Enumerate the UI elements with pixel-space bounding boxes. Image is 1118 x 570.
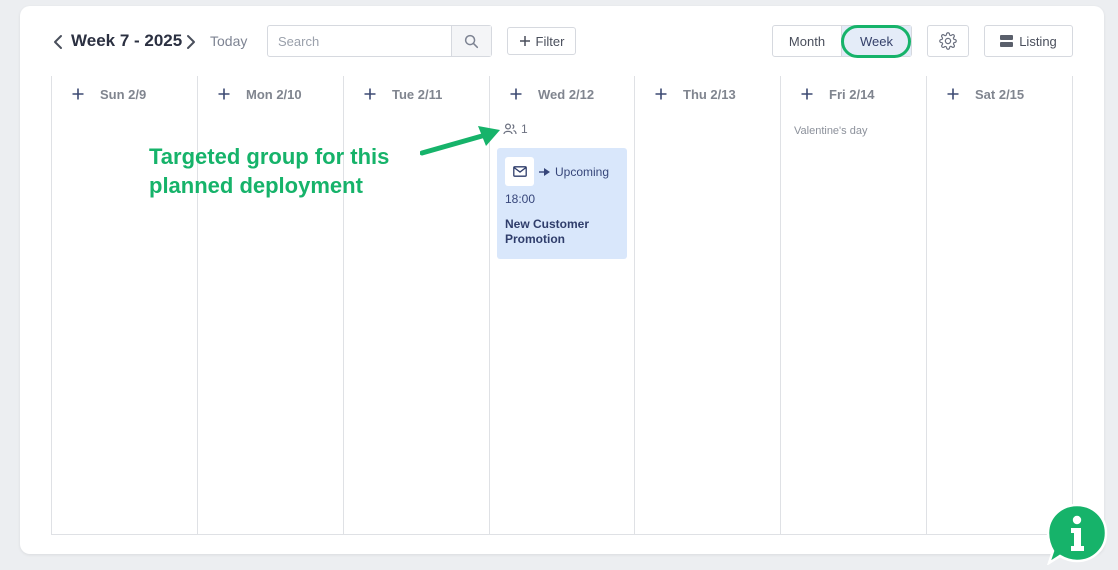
target-group-count[interactable]: 1 (503, 122, 528, 136)
day-column-sat: Sat 2/15 (927, 76, 1072, 534)
event-channel-icon-box (505, 157, 534, 186)
annotation-text: Targeted group for this planned deployme… (149, 142, 389, 200)
next-week-button[interactable] (184, 32, 198, 52)
listing-label: Listing (1019, 33, 1057, 49)
day-header: Sun 2/9 (52, 84, 197, 104)
search-button[interactable] (451, 26, 491, 56)
week-title: Week 7 - 2025 (71, 31, 183, 50)
plus-icon (218, 88, 230, 100)
chevron-right-icon (187, 35, 195, 49)
view-toggle: Month Week (772, 25, 912, 57)
chevron-left-icon (54, 35, 62, 49)
group-count-value: 1 (521, 122, 528, 136)
day-header: Wed 2/12 (490, 84, 634, 104)
add-event-button[interactable] (360, 84, 380, 104)
search-icon (464, 34, 479, 48)
envelope-icon (512, 166, 527, 177)
day-label: Wed 2/12 (538, 86, 595, 102)
day-label: Sun 2/9 (100, 86, 147, 102)
event-status: Upcoming (539, 165, 609, 179)
plus-icon (655, 88, 667, 100)
plus-icon (801, 88, 813, 100)
event-status-label: Upcoming (555, 165, 610, 179)
view-week-button[interactable]: Week (842, 26, 911, 56)
event-card[interactable]: Upcoming 18:00 New Customer Promotion (497, 148, 627, 259)
plus-icon (72, 88, 84, 100)
annotation-arrow-icon (420, 126, 500, 156)
add-event-button[interactable] (651, 84, 671, 104)
gear-icon (939, 32, 957, 50)
day-header: Mon 2/10 (198, 84, 343, 104)
send-icon (539, 168, 550, 176)
plus-icon (519, 36, 530, 46)
day-header: Sat 2/15 (927, 84, 1072, 104)
search-box (267, 25, 492, 57)
event-time: 18:00 (505, 192, 536, 206)
event-title: New Customer Promotion (505, 217, 590, 246)
settings-button[interactable] (927, 25, 969, 57)
filter-button[interactable]: Filter (507, 27, 576, 55)
plus-icon (364, 88, 376, 100)
listing-button[interactable]: Listing (984, 25, 1073, 57)
add-event-button[interactable] (214, 84, 234, 104)
day-column-thu: Thu 2/13 (635, 76, 781, 534)
add-event-button[interactable] (506, 84, 526, 104)
search-input[interactable] (268, 26, 451, 56)
annotation-line-1: Targeted group for this (149, 144, 390, 169)
day-label: Fri 2/14 (829, 86, 875, 102)
view-month-button[interactable]: Month (773, 26, 842, 56)
filter-label: Filter (535, 33, 565, 49)
day-column-fri: Fri 2/14 Valentine's day (781, 76, 927, 534)
plus-icon (510, 88, 522, 100)
day-header: Fri 2/14 (781, 84, 926, 104)
list-icon (1000, 35, 1014, 47)
add-event-button[interactable] (68, 84, 88, 104)
info-icon[interactable] (1046, 503, 1108, 565)
annotation-line-2: planned deployment (149, 173, 363, 198)
day-header: Thu 2/13 (635, 84, 780, 104)
add-event-button[interactable] (797, 84, 817, 104)
day-label: Tue 2/11 (392, 86, 443, 102)
holiday-label: Valentine's day (794, 125, 868, 137)
day-label: Sat 2/15 (975, 86, 1025, 102)
today-button[interactable]: Today (210, 33, 247, 49)
day-header: Tue 2/11 (344, 84, 489, 104)
day-label: Thu 2/13 (683, 86, 736, 102)
day-column-wed: Wed 2/12 1 Upcoming 18:00 New Customer P… (490, 76, 635, 534)
prev-week-button[interactable] (51, 32, 65, 52)
users-icon (503, 123, 517, 135)
day-label: Mon 2/10 (246, 86, 302, 102)
plus-icon (947, 88, 959, 100)
add-event-button[interactable] (943, 84, 963, 104)
